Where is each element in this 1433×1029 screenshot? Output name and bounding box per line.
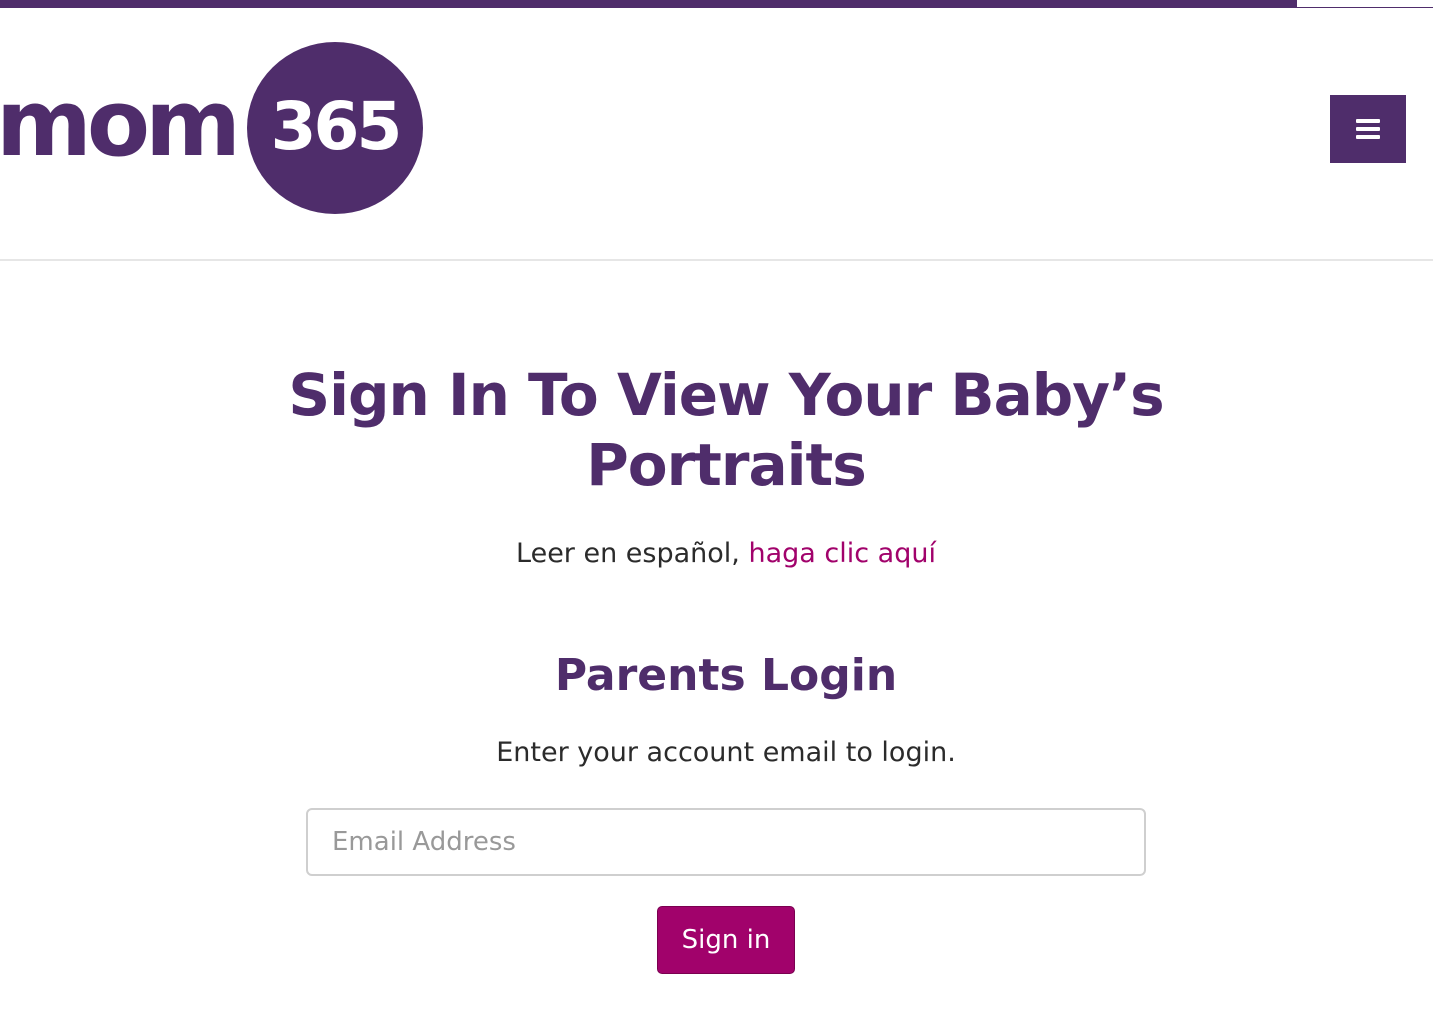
login-instructions: Enter your account email to login. xyxy=(496,737,956,768)
top-accent-bar xyxy=(0,0,1297,8)
mom365-logo[interactable]: mom 365 xyxy=(0,42,430,218)
spanish-prefix-text: Leer en español, xyxy=(516,538,749,569)
top-accent-bar-gap xyxy=(1297,0,1433,8)
logo-circle: 365 xyxy=(247,42,423,214)
sign-in-button[interactable]: Sign in xyxy=(657,906,795,974)
site-header: mom 365 xyxy=(0,8,1433,261)
page-title: Sign In To View Your Baby’s Portraits xyxy=(288,361,1164,499)
logo-number: 365 xyxy=(270,88,403,165)
spanish-language-line: Leer en español, haga clic aquí xyxy=(216,536,1236,572)
login-heading: Parents Login xyxy=(554,650,898,701)
menu-button[interactable] xyxy=(1330,95,1406,163)
spanish-link[interactable]: haga clic aquí xyxy=(748,538,936,569)
logo-wordmark: mom xyxy=(0,70,241,177)
email-field[interactable] xyxy=(306,808,1146,876)
